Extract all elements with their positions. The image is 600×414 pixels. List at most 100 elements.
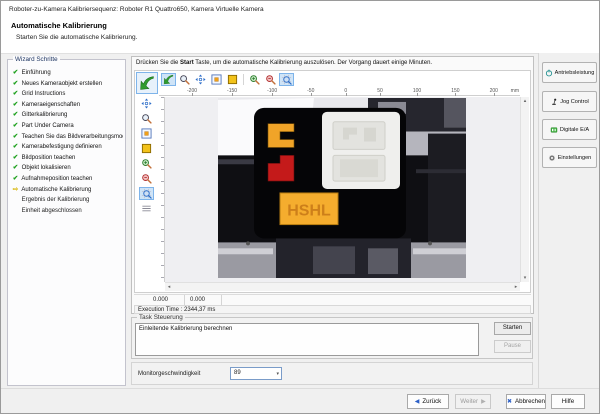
magnifier-tool-button[interactable] [139,112,154,125]
step-label: Ergebnis der Kalibrierung [22,197,90,203]
step-status-icon: ✔ [11,174,20,185]
zoom-in-icon [249,74,260,85]
zoom-out-icon [265,74,276,85]
wizard-step-item[interactable]: ✔ Aufnahmeposition teachen [11,174,123,185]
jog-control-label: Jog Control [560,99,589,105]
move-crosshair-tool-button[interactable] [139,97,154,110]
wizard-step-item[interactable]: ✔ Neues Kameraobjekt erstellen [11,79,123,90]
joystick-icon [550,98,558,106]
page-subtitle: Starten Sie die automatische Kalibrierun… [16,34,137,41]
move-crosshair-tool-button[interactable] [193,73,208,86]
wizard-step-item[interactable]: ✔ Kamerabefestigung definieren [11,142,123,153]
digital-io-icon [550,126,558,134]
back-label: Zurück [422,398,441,405]
step-status-icon: ✔ [11,163,20,174]
gear-icon [548,154,556,162]
fill-square-tool-button[interactable] [225,73,240,86]
zoom-in-tool-button[interactable] [139,157,154,170]
ruler-top: -200-150-100-50050100150200mm [159,87,520,96]
fill-square-tool-button[interactable] [139,142,154,155]
monitor-speed-dropdown[interactable]: 89 ▾ [230,367,282,380]
wizard-steps-title: Wizard Schritte [13,56,60,63]
roi-frame-icon [211,74,222,85]
ruler-lines-tool-button[interactable] [139,202,154,215]
step-status-icon: ✔ [11,132,20,143]
viewer-toolbar-left [136,97,156,215]
wizard-step-item[interactable]: ✔ Objekt lokalisieren [11,163,123,174]
wizard-step-item[interactable]: Ergebnis der Kalibrierung [11,195,123,206]
step-status-icon: ✔ [11,68,20,79]
wizard-steps-list: ✔ Einführung ✔ Neues Kameraobjekt erstel… [8,60,125,216]
wizard-step-item[interactable]: ✔ Gitterkalibrierung [11,110,123,121]
scroll-left-icon[interactable]: ◂ [165,283,173,291]
zoom-fit-tool-button[interactable] [139,187,154,200]
zoom-in-icon [141,158,152,169]
wizard-step-item[interactable]: ✔ Einführung [11,68,123,79]
header: Roboter-zu-Kamera Kalibriersequenz: Robo… [1,1,599,54]
select-tool-corner-button[interactable] [136,72,158,94]
select-arrow-tool-button[interactable] [161,73,176,86]
roi-frame-tool-button[interactable] [139,127,154,140]
camera-viewer: -200-150-100-50050100150200mm [134,70,531,293]
power-icon [545,69,553,77]
zoom-fit-icon [281,74,292,85]
instruction-text: Drücken Sie die Start Taste, um die auto… [136,60,432,66]
next-button: Weiter ▶ [455,394,491,409]
page-title: Automatische Kalibrierung [11,21,107,30]
zoom-in-tool-button[interactable] [247,73,262,86]
wizard-step-item[interactable]: Einheit abgeschlossen [11,206,123,217]
wizard-step-item[interactable]: ✔ Kameraeigenschaften [11,100,123,111]
horizontal-scrollbar[interactable]: ◂ ▸ [165,282,520,291]
instruction-suffix: Taste, um die automatische Kalibrierung … [194,60,432,66]
zoom-fit-tool-button[interactable] [279,73,294,86]
scroll-up-icon[interactable]: ▴ [521,97,529,105]
step-status-icon: ✔ [11,100,20,111]
drive-power-button[interactable]: Antriebsleistung [542,62,597,83]
magnifier-tool-button[interactable] [177,73,192,86]
wizard-step-item[interactable]: ✔ Grid Instructions [11,89,123,100]
step-label: Neues Kameraobjekt erstellen [22,81,102,87]
next-arrow-icon: ▶ [481,398,486,405]
zoom-out-tool-button[interactable] [263,73,278,86]
jog-control-button[interactable]: Jog Control [542,91,597,112]
select-arrow-icon [163,74,174,85]
ruler-tick-label: -50 [307,87,314,95]
camera-canvas[interactable]: HSHL [165,97,520,282]
wizard-footer: ◀ Zurück Weiter ▶ ✖ Abbrechen Hilfe [1,388,599,413]
help-button[interactable]: Hilfe [551,394,585,409]
step-status-icon: ✔ [11,121,20,132]
step-label: Kameraeigenschaften [22,102,80,108]
back-button[interactable]: ◀ Zurück [407,394,449,409]
toolbar-separator [243,74,244,85]
instruction-bold: Start [180,60,194,66]
select-arrow-icon [139,75,155,91]
step-status-icon: ✔ [11,153,20,164]
step-status-icon: ✔ [11,89,20,100]
vertical-scrollbar[interactable]: ▴ ▾ [520,97,529,282]
scroll-down-icon[interactable]: ▾ [521,274,529,282]
wizard-step-item[interactable]: ✔ Teachen Sie das Bildverarbeitungsmodel… [11,132,123,143]
zoom-fit-icon [141,188,152,199]
wizard-step-item[interactable]: ⇨ Automatische Kalibrierung [11,185,123,196]
ruler-tick-label: 0 [344,87,347,95]
roi-frame-tool-button[interactable] [209,73,224,86]
step-label: Automatische Kalibrierung [21,187,91,193]
start-button[interactable]: Starten [494,322,531,335]
step-label: Einheit abgeschlossen [22,208,82,214]
back-arrow-icon: ◀ [415,398,420,405]
fill-square-icon [227,74,238,85]
cancel-button[interactable]: ✖ Abbrechen [506,394,546,409]
cancel-x-icon: ✖ [507,398,512,405]
monitor-speed-label: Monitorgeschwindigkeit [138,371,200,377]
step-label: Gitterkalibrierung [22,112,68,118]
settings-button[interactable]: Einstellungen [542,147,597,168]
wizard-step-item[interactable]: ✔ Part Under Camera [11,121,123,132]
scroll-right-icon[interactable]: ▸ [512,283,520,291]
zoom-out-tool-button[interactable] [139,172,154,185]
digital-io-button[interactable]: Digitale E/A [542,119,597,140]
ruler-unit-label: mm [511,88,519,94]
wizard-step-item[interactable]: ✔ Bildposition teachen [11,153,123,164]
step-label: Grid Instructions [22,91,66,97]
help-label: Hilfe [562,398,574,405]
step-status-icon: ✔ [11,110,20,121]
